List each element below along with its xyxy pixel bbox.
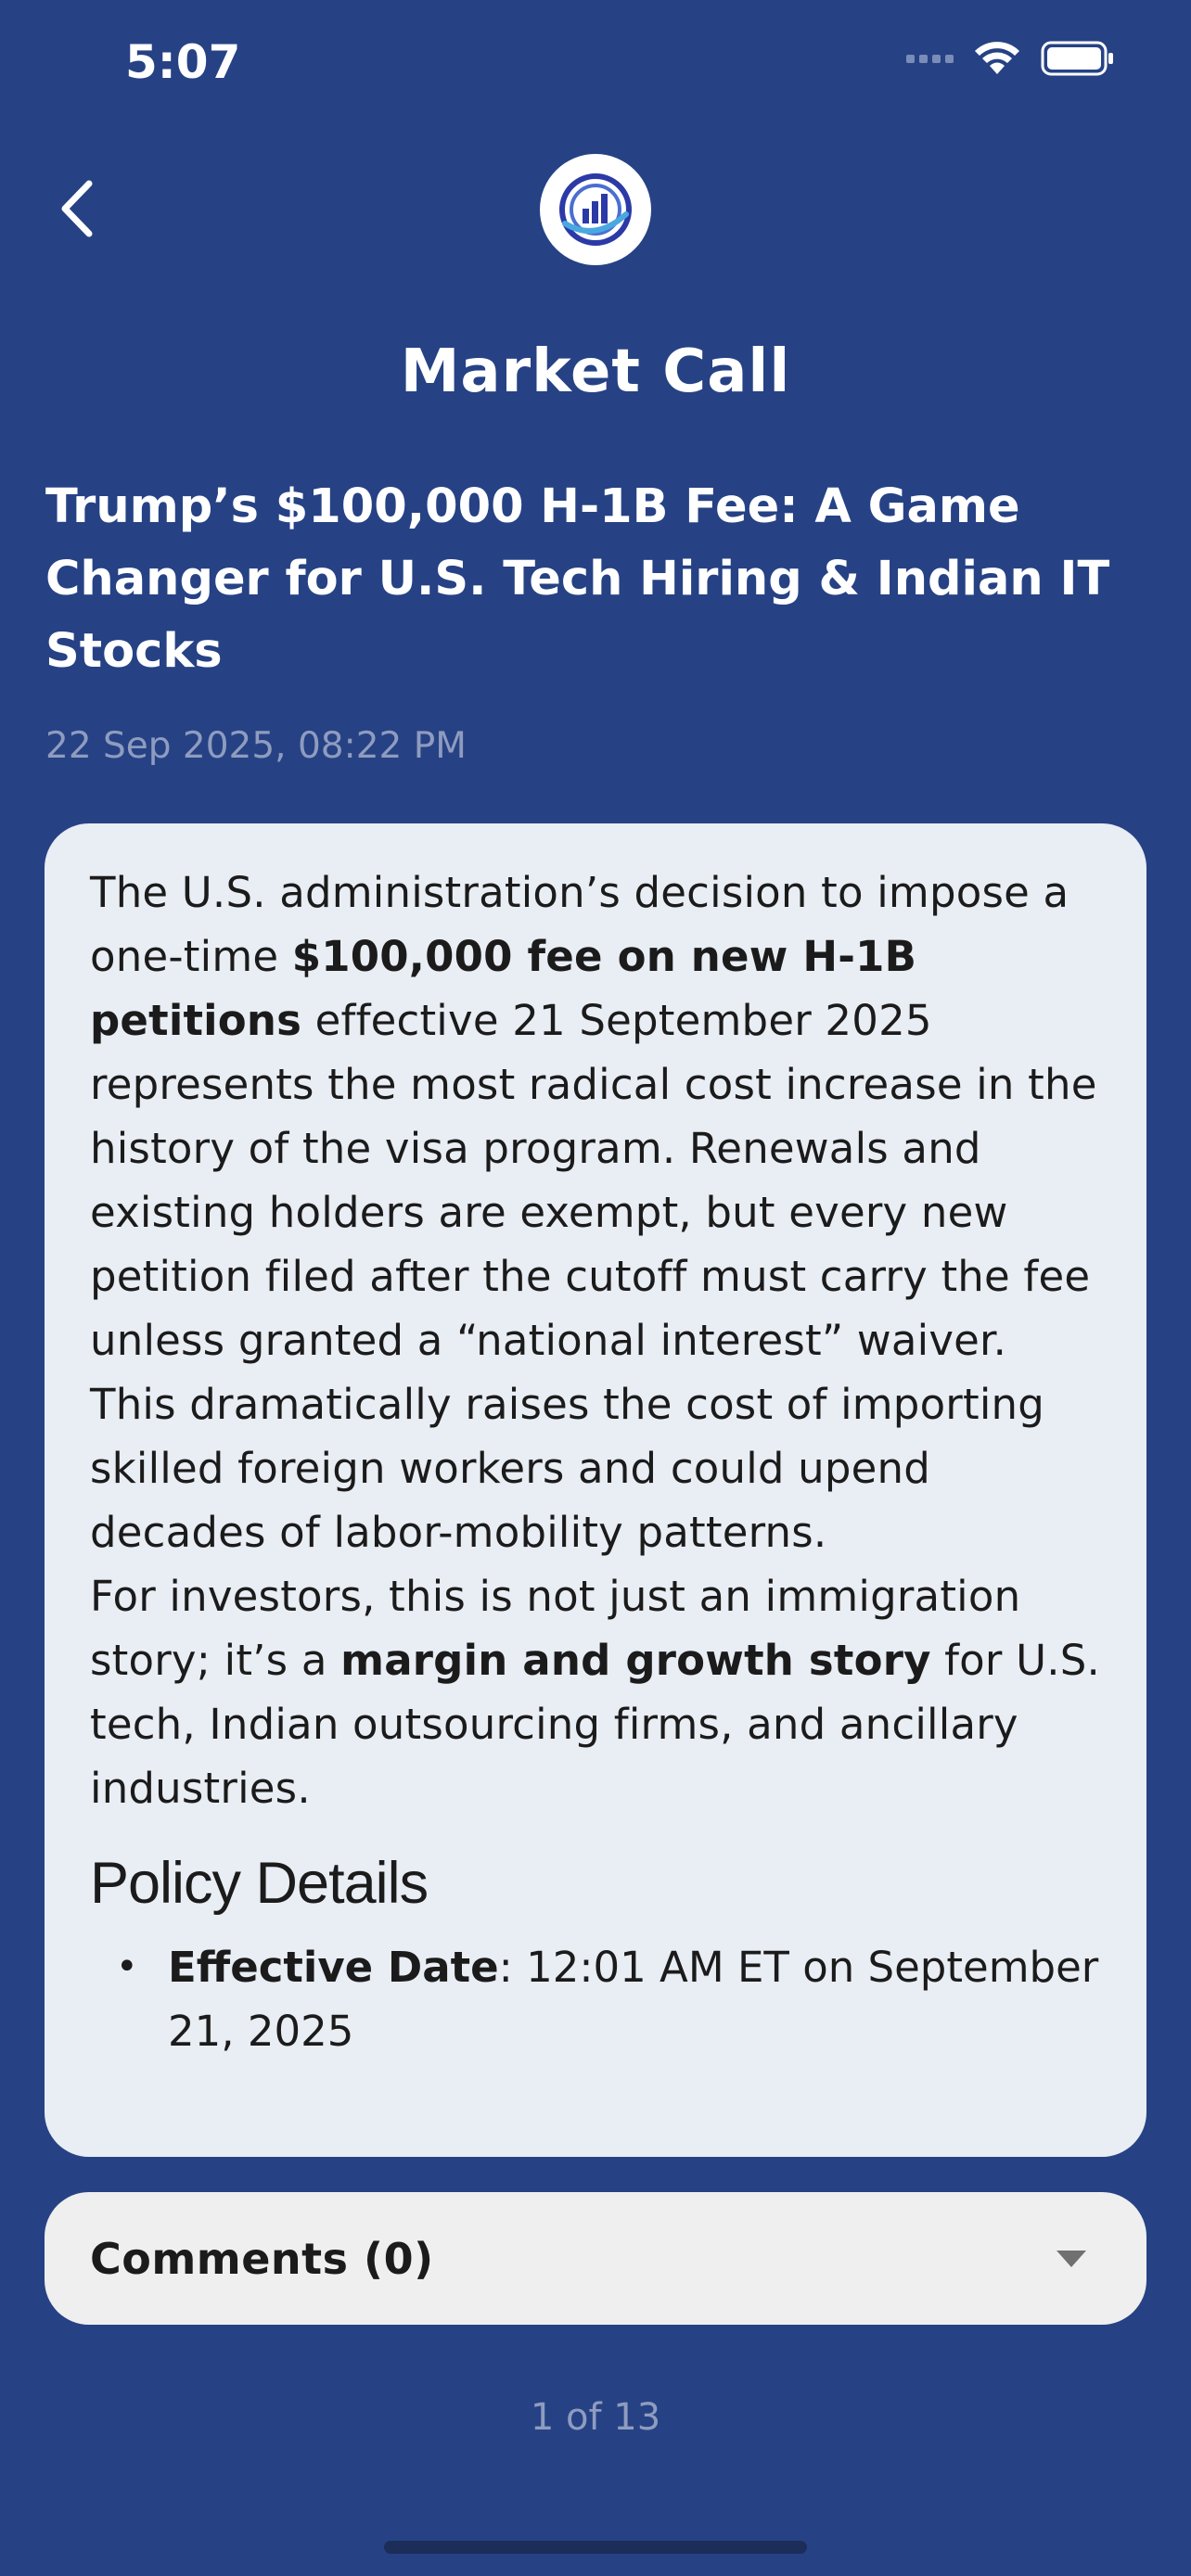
cellular-signal-icon — [906, 54, 954, 63]
list-item: • Effective Date: 12:01 AM ET on Septemb… — [90, 1935, 1104, 2063]
bullet-icon: • — [116, 1945, 138, 1988]
status-time: 5:07 — [125, 35, 241, 89]
app-logo-icon — [559, 173, 632, 246]
chevron-left-icon — [61, 180, 93, 237]
page-title: Market Call — [400, 338, 791, 406]
article-body-card: The U.S. administration’s decision to im… — [45, 823, 1146, 2157]
article-paragraph-2: For investors, this is not just an immig… — [90, 1572, 1101, 1813]
comments-label: Comments (0) — [90, 2233, 434, 2284]
screen: 5:07 Market Call Trump’s $100,000 H-1B F… — [0, 0, 1191, 2576]
battery-icon — [1041, 41, 1113, 76]
pager-indicator: 1 of 13 — [530, 2396, 661, 2439]
bullet-label: Effective Date — [168, 1943, 499, 1992]
section-heading: Policy Details — [90, 1851, 429, 1916]
article-title: Trump’s $100,000 H-1B Fee: A Game Change… — [45, 479, 1110, 679]
app-logo — [540, 154, 651, 265]
home-indicator[interactable] — [384, 2541, 807, 2554]
back-button[interactable] — [52, 176, 108, 241]
article-date: 22 Sep 2025, 08:22 PM — [45, 725, 467, 767]
caret-down-icon — [1057, 2250, 1086, 2267]
status-icons — [906, 41, 1115, 76]
highlight-margin: margin and growth story — [340, 1636, 931, 1685]
article-paragraph-1: The U.S. administration’s decision to im… — [90, 868, 1097, 1557]
wifi-icon — [975, 42, 1019, 74]
comments-toggle[interactable]: Comments (0) — [45, 2192, 1146, 2325]
